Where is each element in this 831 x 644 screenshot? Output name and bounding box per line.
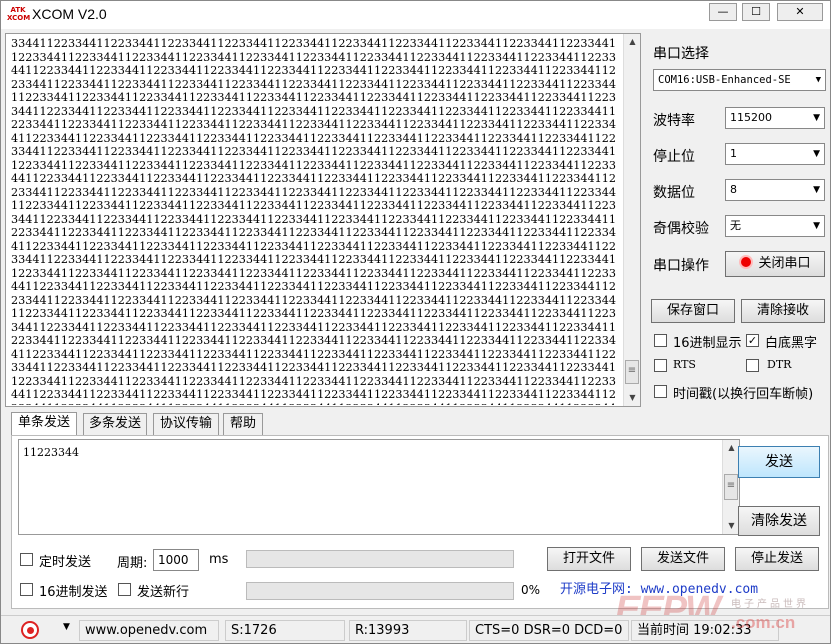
port-label: 串口选择 xyxy=(653,46,709,62)
close-port-button[interactable]: 关闭串口 xyxy=(725,251,825,277)
scroll-down-icon[interactable]: ▼ xyxy=(624,390,640,406)
data-bits-label: 数据位 xyxy=(653,185,695,201)
stop-bits-select[interactable]: 1 ▼ xyxy=(725,143,825,165)
progress-percent: 0% xyxy=(521,583,541,597)
hex-send-label: 16进制发送 xyxy=(39,585,108,600)
dtr-checkbox[interactable] xyxy=(746,359,759,372)
scroll-thumb[interactable]: ≡ xyxy=(724,474,738,500)
dtr-label: DTR xyxy=(767,358,792,371)
timestamp-checkbox[interactable] xyxy=(654,385,667,398)
open-file-button[interactable]: 打开文件 xyxy=(547,547,631,571)
port-select[interactable]: COM16:USB-Enhanced-SE ▼ xyxy=(653,69,826,91)
data-bits-select[interactable]: 8 ▼ xyxy=(725,179,825,201)
close-button[interactable]: ✕ xyxy=(777,3,823,21)
parity-value: 无 xyxy=(730,219,741,232)
chevron-down-icon: ▼ xyxy=(813,113,820,123)
window-title: XCOM V2.0 xyxy=(32,6,107,22)
parity-select[interactable]: 无 ▼ xyxy=(725,215,825,237)
status-sent: S:1726 xyxy=(225,620,345,641)
scroll-up-icon[interactable]: ▲ xyxy=(624,34,640,50)
chevron-down-icon: ▼ xyxy=(813,185,820,195)
clear-receive-button[interactable]: 清除接收 xyxy=(741,299,825,323)
receive-text: 3344112233441122334411223344112233441122… xyxy=(11,37,617,405)
timed-send-checkbox[interactable] xyxy=(20,553,33,566)
send-scrollbar[interactable]: ▲ ≡ ▼ xyxy=(722,440,739,534)
watermark-url: .com.cn xyxy=(731,613,796,632)
white-black-checkbox[interactable]: ✓ xyxy=(746,334,759,347)
app-logo-icon: ATK XCOM xyxy=(7,6,31,22)
white-black-label: 白底黑字 xyxy=(765,336,818,351)
send-progress-bar xyxy=(246,582,514,600)
period-unit: ms xyxy=(209,552,229,567)
port-status-icon xyxy=(739,255,754,269)
baud-value: 115200 xyxy=(730,111,772,124)
tab-multi-send[interactable]: 多条发送 xyxy=(83,413,147,435)
clear-send-button[interactable]: 清除发送 xyxy=(738,506,820,536)
send-area-bar xyxy=(246,550,514,568)
stop-bits-value: 1 xyxy=(730,147,737,160)
hex-display-label: 16进制显示 xyxy=(673,336,742,351)
newline-label: 发送新行 xyxy=(137,585,190,600)
stop-bits-label: 停止位 xyxy=(653,149,695,165)
power-icon[interactable] xyxy=(21,621,39,639)
period-label: 周期: xyxy=(117,556,148,571)
chevron-down-icon: ▼ xyxy=(815,75,821,85)
dropdown-icon[interactable]: ▼ xyxy=(63,622,70,632)
status-bar: ▼ www.openedv.com S:1726 R:13993 CTS=0 D… xyxy=(1,615,830,643)
tab-protocol[interactable]: 协议传输 xyxy=(153,413,219,435)
baud-label: 波特率 xyxy=(653,113,695,129)
timestamp-label: 时间戳(以换行回车断帧) xyxy=(673,387,814,402)
status-recv: R:13993 xyxy=(349,620,467,641)
close-port-label: 关闭串口 xyxy=(758,256,811,271)
xcom-window: ATK XCOM XCOM V2.0 — ☐ ✕ 3344112233441122… xyxy=(0,0,831,644)
port-op-label: 串口操作 xyxy=(653,258,709,274)
send-text: 11223344 xyxy=(23,446,79,459)
period-input[interactable]: 1000 xyxy=(153,549,199,571)
rts-label: RTS xyxy=(673,358,696,371)
newline-checkbox[interactable] xyxy=(118,583,131,596)
scroll-thumb[interactable]: ≡ xyxy=(625,360,639,384)
rts-checkbox[interactable] xyxy=(654,359,667,372)
stop-send-button[interactable]: 停止发送 xyxy=(735,547,819,571)
tab-help[interactable]: 帮助 xyxy=(223,413,263,435)
status-site[interactable]: www.openedv.com xyxy=(79,620,219,641)
timed-send-label: 定时发送 xyxy=(39,555,92,570)
maximize-button[interactable]: ☐ xyxy=(742,3,770,21)
send-button[interactable]: 发送 xyxy=(738,446,820,478)
watermark-slogan: 电子产品世界 xyxy=(731,599,809,610)
receive-scrollbar[interactable]: ▲ ≡ ▼ xyxy=(623,34,640,406)
minimize-button[interactable]: — xyxy=(709,3,737,21)
parity-label: 奇偶校验 xyxy=(653,221,709,237)
send-file-button[interactable]: 发送文件 xyxy=(641,547,725,571)
chevron-down-icon: ▼ xyxy=(813,149,820,159)
tab-single-send[interactable]: 单条发送 xyxy=(11,412,77,436)
baud-select[interactable]: 115200 ▼ xyxy=(725,107,825,129)
status-lines: CTS=0 DSR=0 DCD=0 xyxy=(469,620,629,641)
data-bits-value: 8 xyxy=(730,183,737,196)
save-window-button[interactable]: 保存窗口 xyxy=(651,299,735,323)
receive-area[interactable]: 3344112233441122334411223344112233441122… xyxy=(5,33,641,407)
hex-display-checkbox[interactable] xyxy=(654,334,667,347)
send-input[interactable]: 11223344 ▲ ≡ ▼ xyxy=(18,439,740,535)
title-bar: ATK XCOM XCOM V2.0 — ☐ ✕ xyxy=(1,1,830,29)
hex-send-checkbox[interactable] xyxy=(20,583,33,596)
port-value: COM16:USB-Enhanced-SE xyxy=(658,74,791,86)
chevron-down-icon: ▼ xyxy=(813,221,820,231)
